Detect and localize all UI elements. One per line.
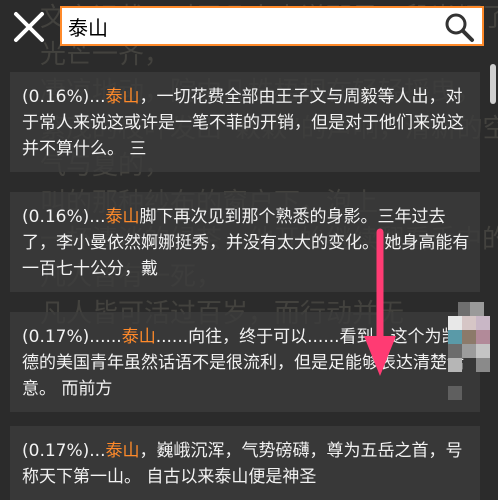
search-results-list: (0.16%)...泰山，一切花费全部由王子文与周毅等人出，对于常人来说这或许是… [10, 58, 488, 500]
search-icon [445, 13, 474, 42]
search-input[interactable] [68, 12, 428, 40]
result-keyword: 泰山 [105, 441, 140, 461]
search-result-item[interactable]: (0.17%)......泰山......向往，终于可以......看到。这个为… [10, 312, 480, 412]
result-keyword: 泰山 [105, 87, 140, 107]
search-result-item[interactable]: (0.16%)...泰山，一切花费全部由王子文与周毅等人出，对于常人来说这或许是… [10, 72, 480, 172]
scrollbar-thumb[interactable] [490, 64, 496, 104]
result-percent: (0.17%)... [22, 441, 106, 461]
search-toolbar [0, 0, 498, 56]
close-icon [14, 12, 44, 42]
search-result-item[interactable]: (0.16%)...泰山脚下再次见到那个熟悉的身影。三年过去了，李小曼依然婀娜挺… [10, 192, 480, 292]
result-percent: (0.16%)... [22, 207, 106, 227]
search-button[interactable] [442, 10, 476, 44]
search-box [60, 6, 484, 46]
result-keyword: 泰山 [105, 207, 140, 227]
search-result-item[interactable]: (0.17%)...泰山，巍峨沉浑，气势磅礴，尊为五岳之首，号称天下第一山。 自… [10, 426, 480, 500]
result-keyword: 泰山 [121, 327, 156, 347]
result-percent: (0.16%)... [22, 87, 106, 107]
result-percent: (0.17%)...... [22, 327, 122, 347]
color-swatch-strip [448, 302, 490, 400]
scrollbar[interactable] [490, 64, 496, 484]
swipe-down-arrow-icon [364, 228, 396, 376]
close-button[interactable] [12, 10, 46, 44]
